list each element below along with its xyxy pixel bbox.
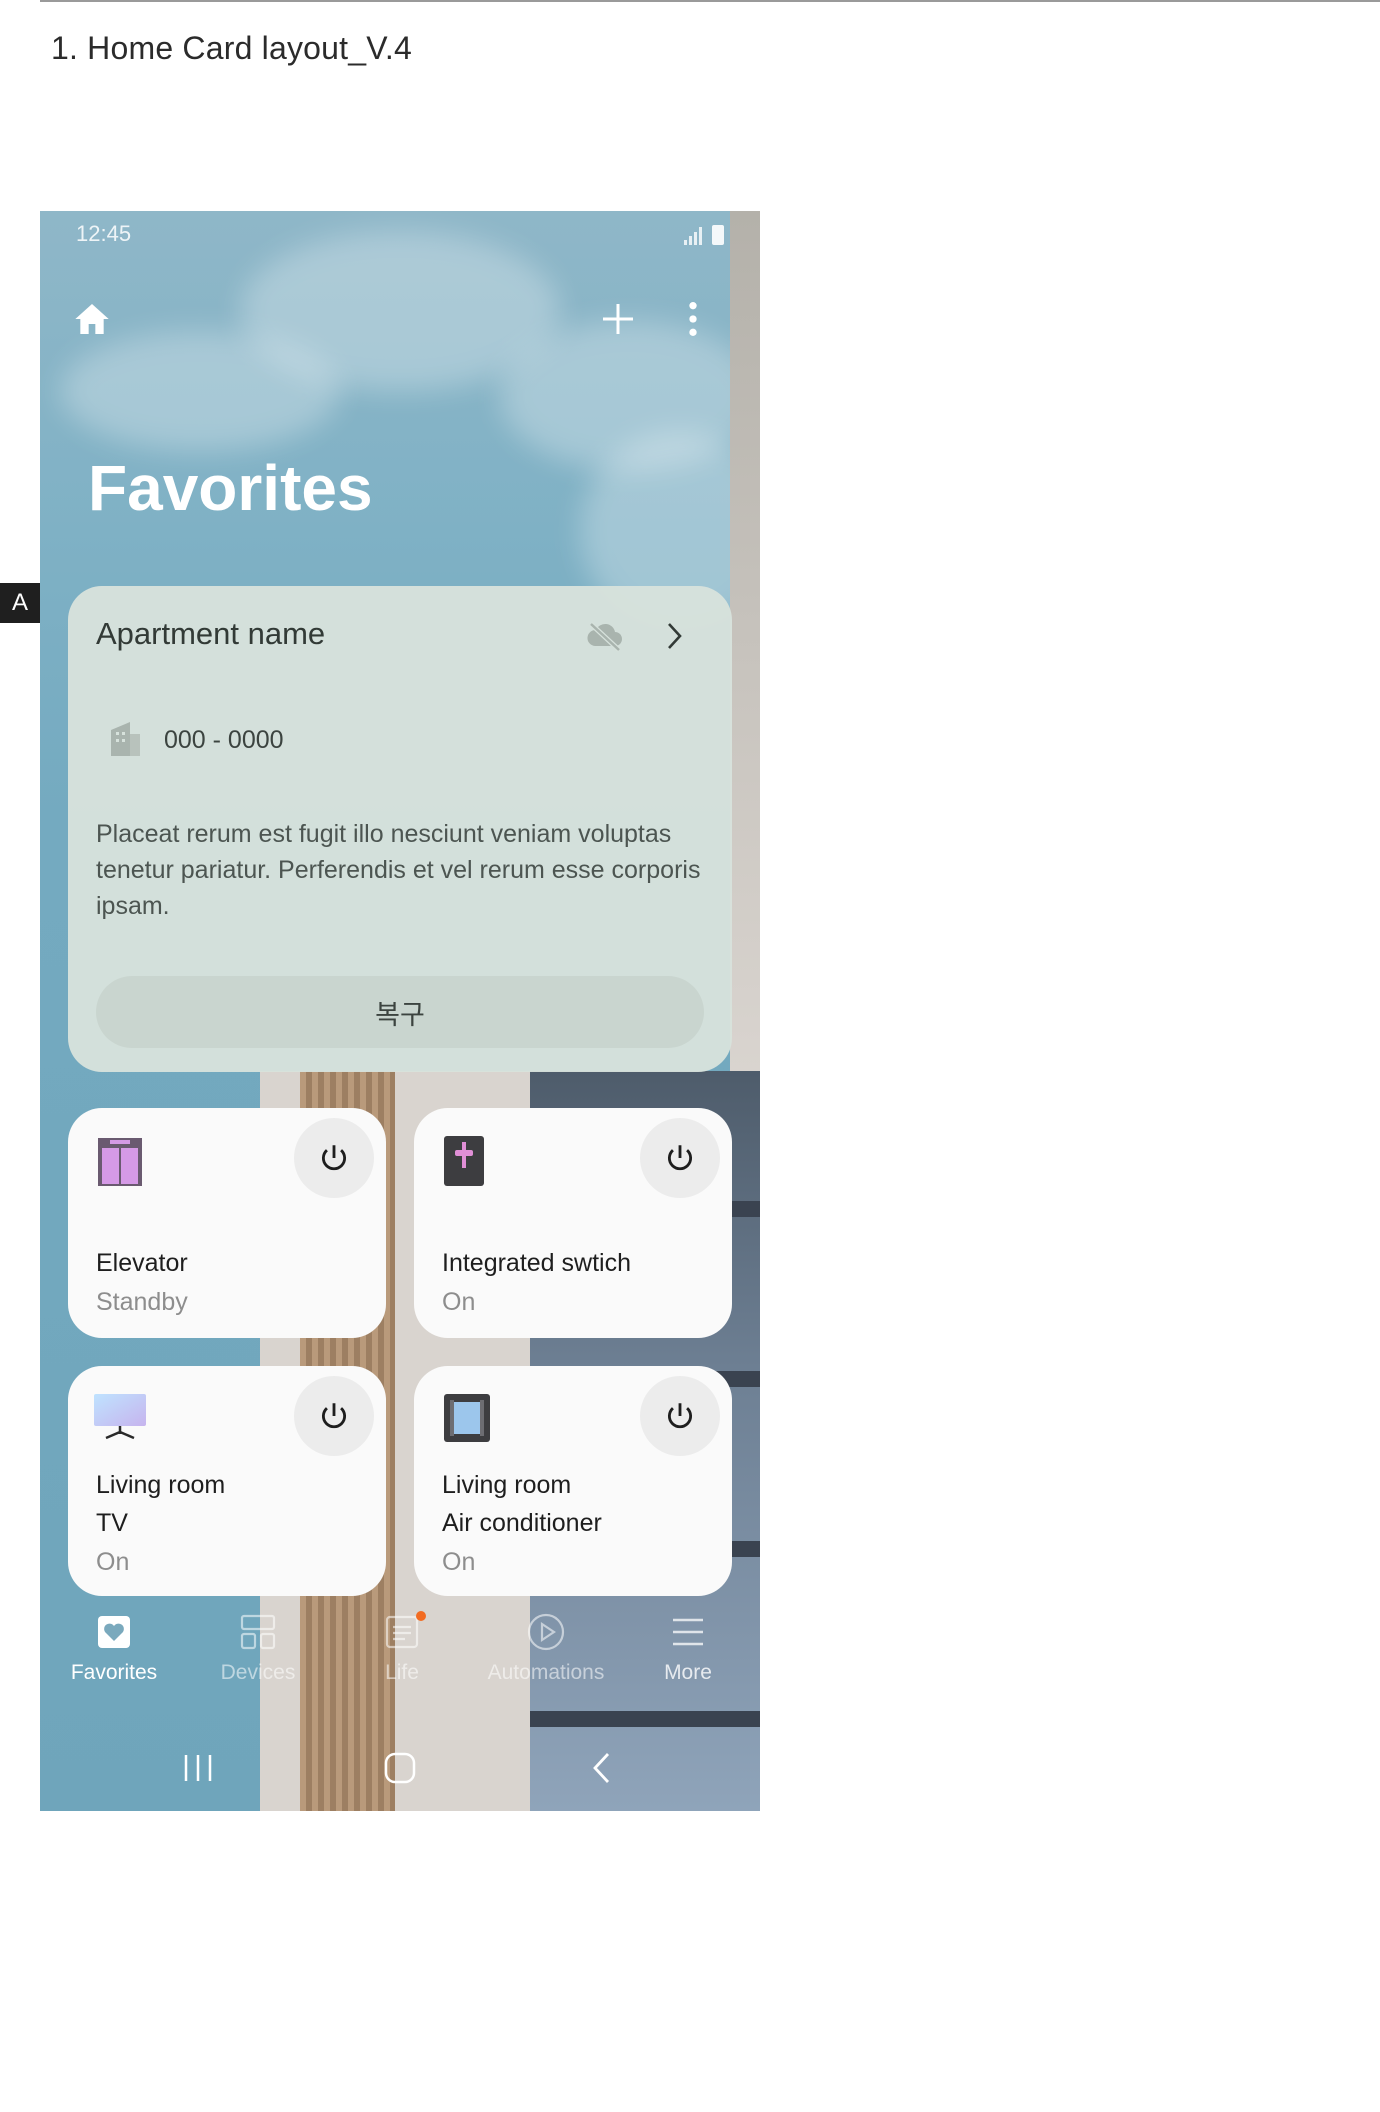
home-icon[interactable] bbox=[62, 289, 122, 349]
nav-label: More bbox=[664, 1661, 712, 1684]
apartment-number: 000 - 0000 bbox=[164, 726, 284, 754]
system-navigation bbox=[40, 1731, 760, 1801]
add-icon[interactable] bbox=[588, 289, 648, 349]
notification-dot bbox=[416, 1611, 426, 1621]
nav-item-devices[interactable]: Devices bbox=[186, 1609, 330, 1685]
battery-icon bbox=[712, 225, 724, 245]
device-card-integrated-switch[interactable]: Integrated swtich On bbox=[414, 1108, 732, 1338]
signal-icon bbox=[684, 225, 704, 245]
section-marker: A bbox=[0, 583, 40, 623]
page-title: Favorites bbox=[88, 452, 373, 524]
chevron-right-icon[interactable] bbox=[652, 614, 696, 658]
elevator-icon bbox=[96, 1136, 144, 1193]
device-status: On bbox=[442, 1548, 476, 1576]
power-button[interactable] bbox=[294, 1118, 374, 1198]
apartment-name: Apartment name bbox=[96, 616, 326, 651]
device-name-line1: Living room bbox=[442, 1471, 572, 1499]
device-name: Elevator bbox=[96, 1249, 188, 1277]
apartment-description: Placeat rerum est fugit illo nesciunt ve… bbox=[96, 820, 701, 920]
document-title: 1. Home Card layout_V.4 bbox=[51, 30, 412, 66]
favorites-icon bbox=[42, 1609, 186, 1655]
menu-icon bbox=[616, 1609, 760, 1655]
device-name-line2: TV bbox=[96, 1509, 128, 1537]
device-card-living-room-tv[interactable]: Living room TV On bbox=[68, 1366, 386, 1596]
nav-item-favorites[interactable]: Favorites bbox=[42, 1609, 186, 1685]
apartment-card[interactable]: Apartment name 000 - 0000 Placeat rerum … bbox=[68, 586, 732, 1072]
tv-icon bbox=[92, 1392, 148, 1447]
top-divider bbox=[40, 0, 1380, 2]
device-card-elevator[interactable]: Elevator Standby bbox=[68, 1108, 386, 1338]
device-status: On bbox=[442, 1288, 476, 1316]
recent-apps-icon[interactable] bbox=[168, 1743, 228, 1793]
device-name: Integrated swtich bbox=[442, 1249, 631, 1277]
device-card-living-room-air-conditioner[interactable]: Living room Air conditioner On bbox=[414, 1366, 732, 1596]
phone-screen: 12:45 Favorites Apartment name 000 - 000… bbox=[40, 211, 760, 1811]
restore-button[interactable]: 복구 bbox=[96, 976, 704, 1048]
status-time: 12:45 bbox=[76, 221, 132, 246]
air-conditioner-icon bbox=[442, 1392, 492, 1449]
device-status: Standby bbox=[96, 1288, 188, 1316]
life-icon bbox=[330, 1609, 474, 1655]
back-icon[interactable] bbox=[572, 1743, 632, 1793]
apartment-unit: 000 - 0000 bbox=[108, 718, 284, 763]
automations-icon bbox=[474, 1609, 618, 1655]
nav-item-automations[interactable]: Automations bbox=[474, 1609, 618, 1685]
status-bar: 12:45 bbox=[40, 211, 760, 261]
status-icons bbox=[684, 225, 724, 245]
device-name-line2: Air conditioner bbox=[442, 1509, 602, 1537]
power-button[interactable] bbox=[294, 1376, 374, 1456]
devices-icon bbox=[186, 1609, 330, 1655]
nav-label: Devices bbox=[220, 1661, 296, 1684]
more-options-icon[interactable] bbox=[668, 289, 718, 349]
nav-label: Automations bbox=[487, 1661, 605, 1684]
app-bar bbox=[40, 271, 760, 371]
nav-item-more[interactable]: More bbox=[616, 1609, 760, 1685]
device-name-line1: Living room bbox=[96, 1471, 226, 1499]
nav-item-life[interactable]: Life bbox=[330, 1609, 474, 1685]
power-button[interactable] bbox=[640, 1118, 720, 1198]
device-status: On bbox=[96, 1548, 130, 1576]
nav-label: Life bbox=[385, 1661, 419, 1684]
home-button-icon[interactable] bbox=[370, 1743, 430, 1793]
cloud-off-icon[interactable] bbox=[580, 616, 630, 656]
nav-label: Favorites bbox=[70, 1661, 158, 1684]
building-icon bbox=[108, 718, 142, 763]
bottom-navigation: Favorites Devices Life Automations More bbox=[40, 1609, 760, 1709]
switch-icon bbox=[442, 1134, 486, 1193]
power-button[interactable] bbox=[640, 1376, 720, 1456]
